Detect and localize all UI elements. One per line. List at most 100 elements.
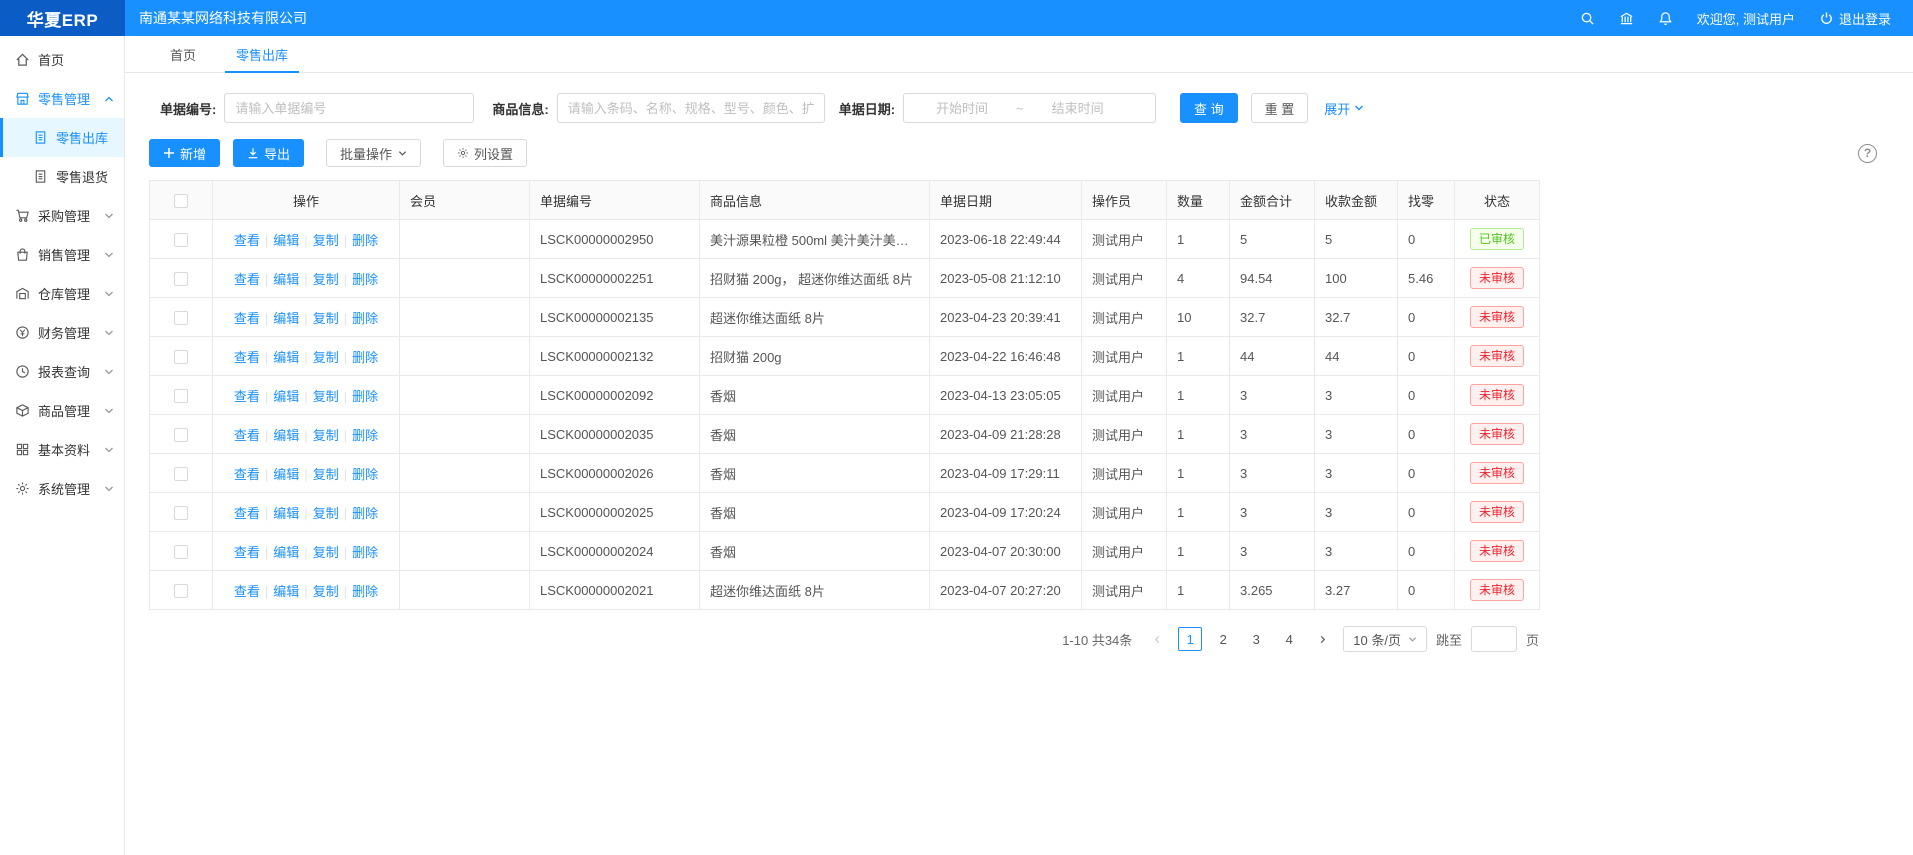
row-checkbox[interactable] — [174, 233, 188, 247]
cell-member — [400, 337, 530, 376]
row-action-view[interactable]: 查看 — [234, 350, 260, 365]
row-checkbox[interactable] — [174, 467, 188, 481]
row-action-edit[interactable]: 编辑 — [273, 350, 299, 365]
row-checkbox[interactable] — [174, 272, 188, 286]
row-action-view[interactable]: 查看 — [234, 428, 260, 443]
row-checkbox[interactable] — [174, 428, 188, 442]
chevron-down-icon — [104, 211, 114, 221]
add-button[interactable]: 新增 — [149, 139, 220, 167]
batch-actions-button[interactable]: 批量操作 — [326, 139, 421, 167]
row-checkbox[interactable] — [174, 311, 188, 325]
row-action-delete[interactable]: 删除 — [352, 545, 378, 560]
row-action-view[interactable]: 查看 — [234, 545, 260, 560]
sidebar-item-sale[interactable]: 销售管理 — [0, 235, 124, 274]
row-checkbox[interactable] — [174, 389, 188, 403]
cell-change: 0 — [1398, 415, 1455, 454]
row-action-edit[interactable]: 编辑 — [273, 584, 299, 599]
row-action-edit[interactable]: 编辑 — [273, 467, 299, 482]
row-checkbox[interactable] — [174, 545, 188, 559]
expand-link[interactable]: 展开 — [1324, 99, 1364, 118]
sidebar-item-retail[interactable]: 零售管理 — [0, 79, 124, 118]
row-action-delete[interactable]: 删除 — [352, 311, 378, 326]
date-end-input[interactable] — [1028, 101, 1128, 116]
logout-button[interactable]: 退出登录 — [1819, 9, 1891, 28]
search-icon[interactable] — [1580, 11, 1595, 26]
bell-icon[interactable] — [1658, 11, 1673, 26]
page-button-4[interactable]: 4 — [1277, 627, 1301, 651]
cell-received: 44 — [1315, 337, 1398, 376]
row-action-view[interactable]: 查看 — [234, 272, 260, 287]
prev-page-button[interactable] — [1145, 627, 1169, 651]
sidebar-item-basic[interactable]: 基本资料 — [0, 430, 124, 469]
bill-no-input[interactable] — [224, 93, 474, 123]
row-checkbox[interactable] — [174, 350, 188, 364]
row-action-delete[interactable]: 删除 — [352, 389, 378, 404]
row-action-copy[interactable]: 复制 — [313, 350, 339, 365]
row-action-copy[interactable]: 复制 — [313, 506, 339, 521]
row-action-edit[interactable]: 编辑 — [273, 389, 299, 404]
status-badge: 未审核 — [1470, 384, 1524, 406]
page-button-2[interactable]: 2 — [1211, 627, 1235, 651]
product-info-input[interactable] — [557, 93, 825, 123]
date-start-input[interactable] — [912, 101, 1012, 116]
row-action-delete[interactable]: 删除 — [352, 350, 378, 365]
tab-retail-out[interactable]: 零售出库 — [225, 36, 299, 72]
reset-button[interactable]: 重 置 — [1251, 93, 1309, 123]
next-page-button[interactable] — [1310, 627, 1334, 651]
cell-date: 2023-04-23 20:39:41 — [930, 298, 1082, 337]
sidebar-item-retail-return[interactable]: 零售退货 — [0, 157, 124, 196]
sidebar-item-finance[interactable]: 财务管理 — [0, 313, 124, 352]
jump-page-input[interactable] — [1471, 626, 1517, 652]
page-button-1[interactable]: 1 — [1178, 627, 1202, 651]
export-button[interactable]: 导出 — [233, 139, 304, 167]
sidebar-item-purchase[interactable]: 采购管理 — [0, 196, 124, 235]
sidebar-item-report[interactable]: 报表查询 — [0, 352, 124, 391]
row-action-view[interactable]: 查看 — [234, 506, 260, 521]
gear-icon — [457, 147, 469, 159]
cell-operator: 测试用户 — [1082, 259, 1167, 298]
sidebar-item-warehouse[interactable]: 仓库管理 — [0, 274, 124, 313]
column-settings-button[interactable]: 列设置 — [443, 139, 527, 167]
row-action-view[interactable]: 查看 — [234, 584, 260, 599]
row-action-delete[interactable]: 删除 — [352, 467, 378, 482]
select-all-checkbox[interactable] — [174, 194, 188, 208]
sidebar-item-retail-out[interactable]: 零售出库 — [0, 118, 124, 157]
row-checkbox[interactable] — [174, 584, 188, 598]
row-checkbox[interactable] — [174, 506, 188, 520]
row-action-view[interactable]: 查看 — [234, 467, 260, 482]
page-size-select[interactable]: 10 条/页 — [1343, 626, 1427, 652]
row-action-delete[interactable]: 删除 — [352, 428, 378, 443]
row-action-delete[interactable]: 删除 — [352, 272, 378, 287]
row-action-edit[interactable]: 编辑 — [273, 311, 299, 326]
row-action-edit[interactable]: 编辑 — [273, 272, 299, 287]
tab-home[interactable]: 首页 — [159, 36, 207, 72]
page-button-3[interactable]: 3 — [1244, 627, 1268, 651]
help-icon[interactable]: ? — [1858, 144, 1877, 163]
row-action-edit[interactable]: 编辑 — [273, 506, 299, 521]
sidebar-item-product[interactable]: 商品管理 — [0, 391, 124, 430]
row-action-copy[interactable]: 复制 — [313, 428, 339, 443]
row-action-copy[interactable]: 复制 — [313, 584, 339, 599]
sidebar-item-home[interactable]: 首页 — [0, 40, 124, 79]
row-action-delete[interactable]: 删除 — [352, 506, 378, 521]
row-action-copy[interactable]: 复制 — [313, 272, 339, 287]
row-action-view[interactable]: 查看 — [234, 389, 260, 404]
row-action-edit[interactable]: 编辑 — [273, 428, 299, 443]
row-action-view[interactable]: 查看 — [234, 311, 260, 326]
shop-icon — [15, 91, 30, 106]
sidebar-item-system[interactable]: 系统管理 — [0, 469, 124, 508]
row-action-copy[interactable]: 复制 — [313, 389, 339, 404]
date-range-picker[interactable]: ~ — [903, 93, 1156, 123]
row-action-view[interactable]: 查看 — [234, 233, 260, 248]
row-action-copy[interactable]: 复制 — [313, 233, 339, 248]
row-action-delete[interactable]: 删除 — [352, 584, 378, 599]
row-action-delete[interactable]: 删除 — [352, 233, 378, 248]
row-action-copy[interactable]: 复制 — [313, 311, 339, 326]
row-action-copy[interactable]: 复制 — [313, 467, 339, 482]
row-action-edit[interactable]: 编辑 — [273, 545, 299, 560]
row-action-edit[interactable]: 编辑 — [273, 233, 299, 248]
bank-icon[interactable] — [1619, 11, 1634, 26]
row-action-copy[interactable]: 复制 — [313, 545, 339, 560]
search-button[interactable]: 查 询 — [1180, 93, 1238, 123]
cell-operator: 测试用户 — [1082, 532, 1167, 571]
